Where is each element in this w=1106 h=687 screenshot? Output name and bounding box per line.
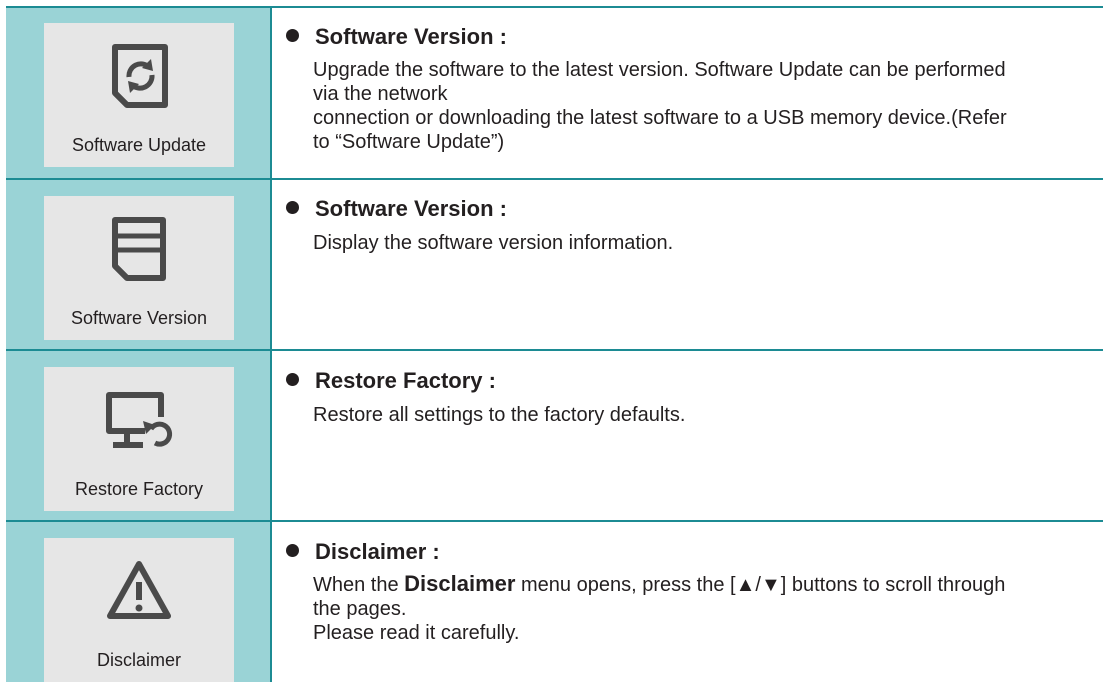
software-update-tile[interactable]: Software Update bbox=[44, 23, 234, 167]
heading-text: Software Version : bbox=[315, 24, 507, 49]
update-icon bbox=[44, 41, 234, 115]
column-divider bbox=[270, 522, 272, 682]
description-text: Upgrade the software to the latest versi… bbox=[313, 58, 1106, 154]
desc-line: the pages. bbox=[313, 598, 407, 620]
desc-fragment: When the bbox=[313, 574, 405, 596]
table-row: Software Version Software Version : Disp… bbox=[6, 180, 1103, 349]
column-divider bbox=[270, 351, 272, 520]
section-heading: Restore Factory : bbox=[286, 368, 496, 394]
section-heading: Disclaimer : bbox=[286, 539, 440, 565]
restore-factory-tile[interactable]: Restore Factory bbox=[44, 367, 234, 511]
tile-label: Disclaimer bbox=[96, 650, 181, 670]
settings-table: Software Update Software Version : Upgra… bbox=[6, 6, 1103, 682]
column-divider bbox=[270, 180, 272, 349]
warning-icon bbox=[44, 556, 234, 630]
desc-line: Restore all settings to the factory defa… bbox=[313, 404, 686, 426]
heading-text: Restore Factory : bbox=[315, 368, 496, 393]
description-text: Restore all settings to the factory defa… bbox=[313, 403, 1106, 427]
table-row: Disclaimer Disclaimer : When the Disclai… bbox=[6, 522, 1103, 682]
software-version-tile[interactable]: Software Version bbox=[44, 196, 234, 340]
desc-line: Upgrade the software to the latest versi… bbox=[313, 59, 1006, 81]
bullet-icon bbox=[286, 373, 299, 386]
heading-text: Software Version : bbox=[315, 196, 507, 221]
section-heading: Software Version : bbox=[286, 24, 507, 50]
version-icon bbox=[44, 214, 234, 288]
disclaimer-emphasis: Disclaimer bbox=[404, 571, 516, 596]
bullet-icon bbox=[286, 201, 299, 214]
table-row: Restore Factory Restore Factory : Restor… bbox=[6, 351, 1103, 520]
desc-line: Display the software version information… bbox=[313, 232, 674, 254]
tile-label: Restore Factory bbox=[74, 479, 204, 499]
desc-line: connection or downloading the latest sof… bbox=[313, 107, 1007, 129]
disclaimer-tile[interactable]: Disclaimer bbox=[44, 538, 234, 682]
restore-monitor-icon bbox=[44, 385, 234, 459]
description-text: When the Disclaimer menu opens, press th… bbox=[313, 572, 1106, 645]
desc-fragment: menu opens, press the [▲/▼] buttons to s… bbox=[515, 574, 1006, 596]
heading-text: Disclaimer : bbox=[315, 539, 440, 564]
desc-line: via the network bbox=[313, 83, 448, 105]
bullet-icon bbox=[286, 29, 299, 42]
desc-line: Please read it carefully. bbox=[313, 622, 520, 644]
description-text: Display the software version information… bbox=[313, 231, 1106, 255]
column-divider bbox=[270, 8, 272, 178]
tile-label: Software Update bbox=[71, 135, 207, 155]
table-row: Software Update Software Version : Upgra… bbox=[6, 8, 1103, 178]
desc-line: When the Disclaimer menu opens, press th… bbox=[313, 572, 1106, 597]
tile-label: Software Version bbox=[70, 308, 208, 328]
section-heading: Software Version : bbox=[286, 196, 507, 222]
bullet-icon bbox=[286, 544, 299, 557]
desc-line: to “Software Update”) bbox=[313, 131, 505, 153]
